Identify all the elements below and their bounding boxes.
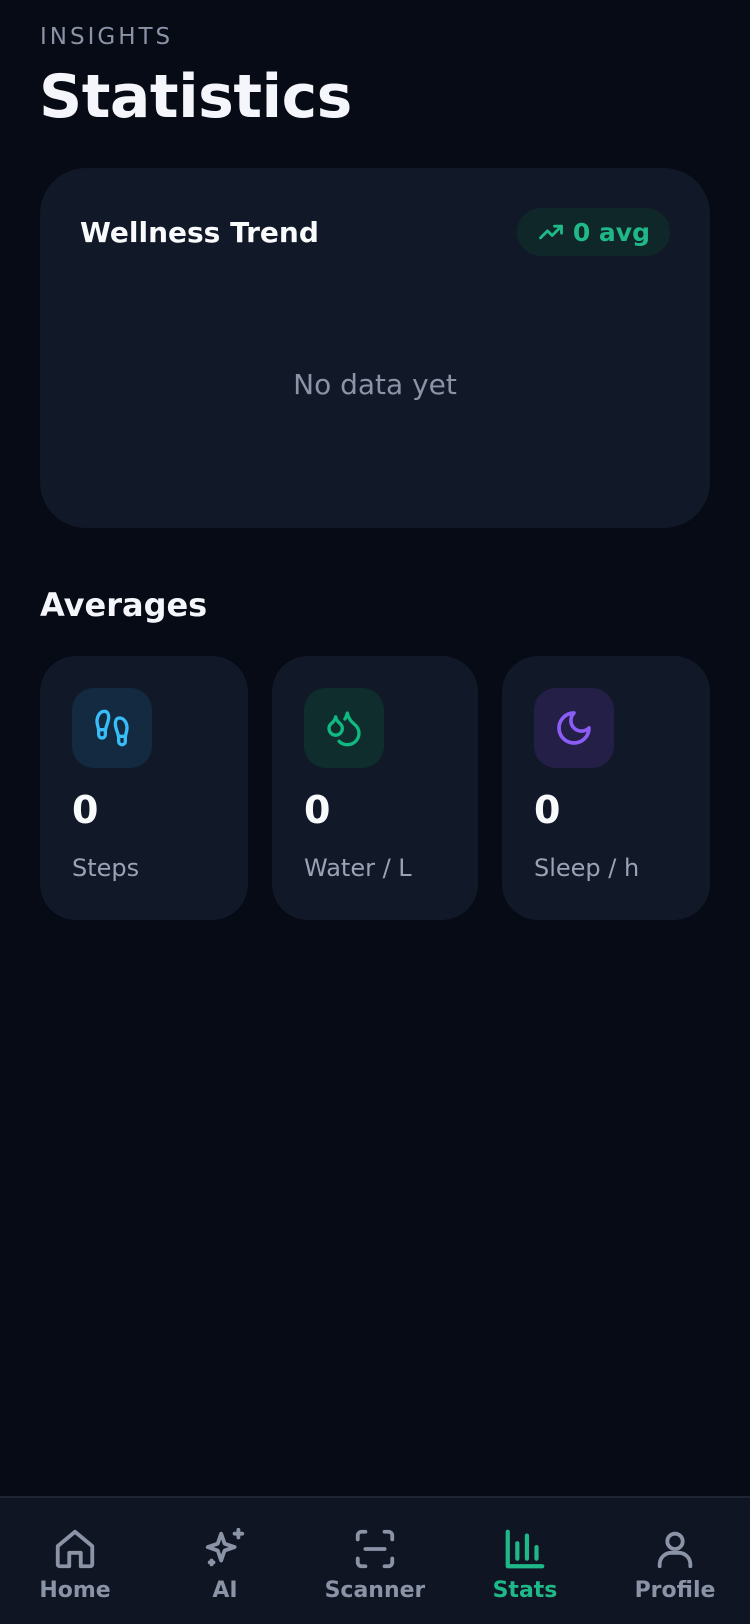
nav-label-ai: AI [212,1578,238,1600]
steps-average-card[interactable]: 0 Steps [40,656,248,920]
droplets-icon [327,711,361,747]
nav-item-home[interactable]: Home [0,1526,150,1600]
page-title: Statistics [39,62,352,132]
water-average-label: Water / L [304,854,412,882]
nav-label-stats: Stats [492,1578,558,1600]
page-eyebrow: INSIGHTS [40,24,174,50]
moon-icon [557,711,591,745]
sleep-icon-tile [534,688,614,768]
nav-item-stats[interactable]: Stats [450,1526,600,1600]
user-icon [657,1531,693,1569]
footprints-icon [95,709,129,747]
nav-label-scanner: Scanner [324,1578,426,1600]
water-average-value: 0 [304,788,331,832]
nav-label-profile: Profile [634,1578,716,1600]
wellness-trend-card: Wellness Trend 0 avg No data yet [40,168,710,528]
steps-icon-tile [72,688,152,768]
trending-up-icon [538,224,563,240]
bottom-navigation: Home AI Scanner Stats Profile [0,1496,750,1624]
sparkles-icon [205,1527,245,1567]
bar-chart-icon [505,1529,545,1569]
averages-section-title: Averages [40,586,208,624]
water-icon-tile [304,688,384,768]
nav-item-scanner[interactable]: Scanner [300,1526,450,1600]
home-icon [55,1529,95,1569]
scan-icon [355,1529,395,1569]
statistics-screen: INSIGHTS Statistics Wellness Trend 0 avg… [0,0,750,1624]
trend-empty-message: No data yet [293,368,457,401]
sleep-average-value: 0 [534,788,561,832]
water-average-card[interactable]: 0 Water / L [272,656,478,920]
nav-item-ai[interactable]: AI [150,1526,300,1600]
trend-card-title: Wellness Trend [80,216,319,249]
sleep-average-label: Sleep / h [534,854,640,882]
nav-item-profile[interactable]: Profile [600,1526,750,1600]
steps-average-value: 0 [72,788,99,832]
sleep-average-card[interactable]: 0 Sleep / h [502,656,710,920]
nav-label-home: Home [39,1578,111,1600]
avg-badge-label: 0 avg [572,217,650,247]
steps-average-label: Steps [72,854,140,882]
avg-badge: 0 avg [516,208,670,256]
